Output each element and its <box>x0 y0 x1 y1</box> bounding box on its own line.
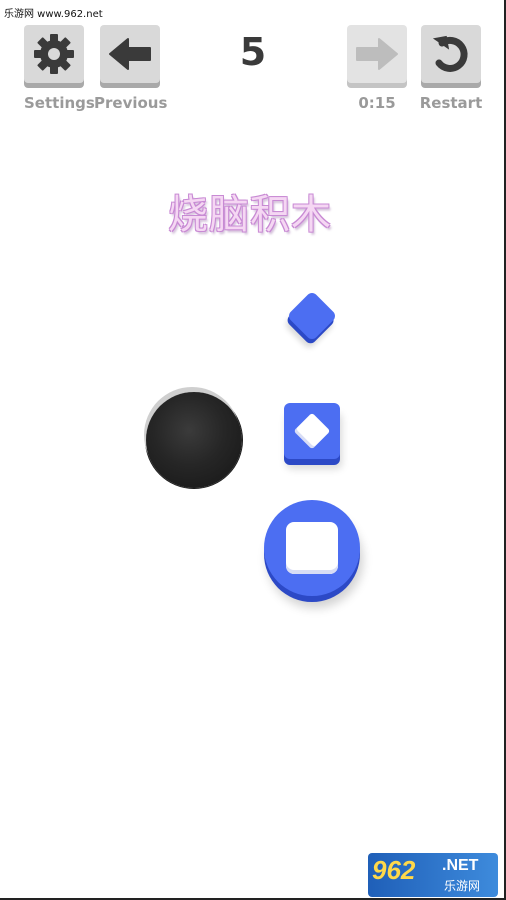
settings-button[interactable] <box>24 25 84 83</box>
logo-number: 962 <box>372 855 416 885</box>
restart-label: Restart <box>419 94 483 112</box>
timer-text: 0:15 <box>358 94 396 112</box>
circle-target-hole <box>146 392 242 488</box>
previous-label: Previous <box>94 94 168 112</box>
site-logo: 962 .NET 乐游网 <box>368 853 498 897</box>
square-block-with-diamond-hole[interactable] <box>284 403 340 459</box>
arrow-right-icon <box>356 38 398 70</box>
diamond-block[interactable] <box>286 290 338 342</box>
gear-icon <box>34 34 74 74</box>
square-hole <box>286 522 338 574</box>
settings-label: Settings <box>24 94 95 112</box>
restart-button[interactable] <box>421 25 481 83</box>
restart-icon <box>432 35 468 72</box>
logo-chinese: 乐游网 <box>444 879 481 893</box>
level-number: 5 <box>239 30 267 74</box>
circle-block-with-square-hole[interactable] <box>264 500 360 596</box>
diamond-hole <box>293 412 331 450</box>
logo-net: .NET <box>442 857 479 874</box>
next-button[interactable] <box>347 25 407 83</box>
arrow-left-icon <box>109 38 151 70</box>
screen-frame <box>0 0 506 900</box>
watermark-text: 乐游网 www.962.net <box>4 9 103 20</box>
previous-button[interactable] <box>100 25 160 83</box>
game-title: 烧脑积木 <box>168 192 332 238</box>
